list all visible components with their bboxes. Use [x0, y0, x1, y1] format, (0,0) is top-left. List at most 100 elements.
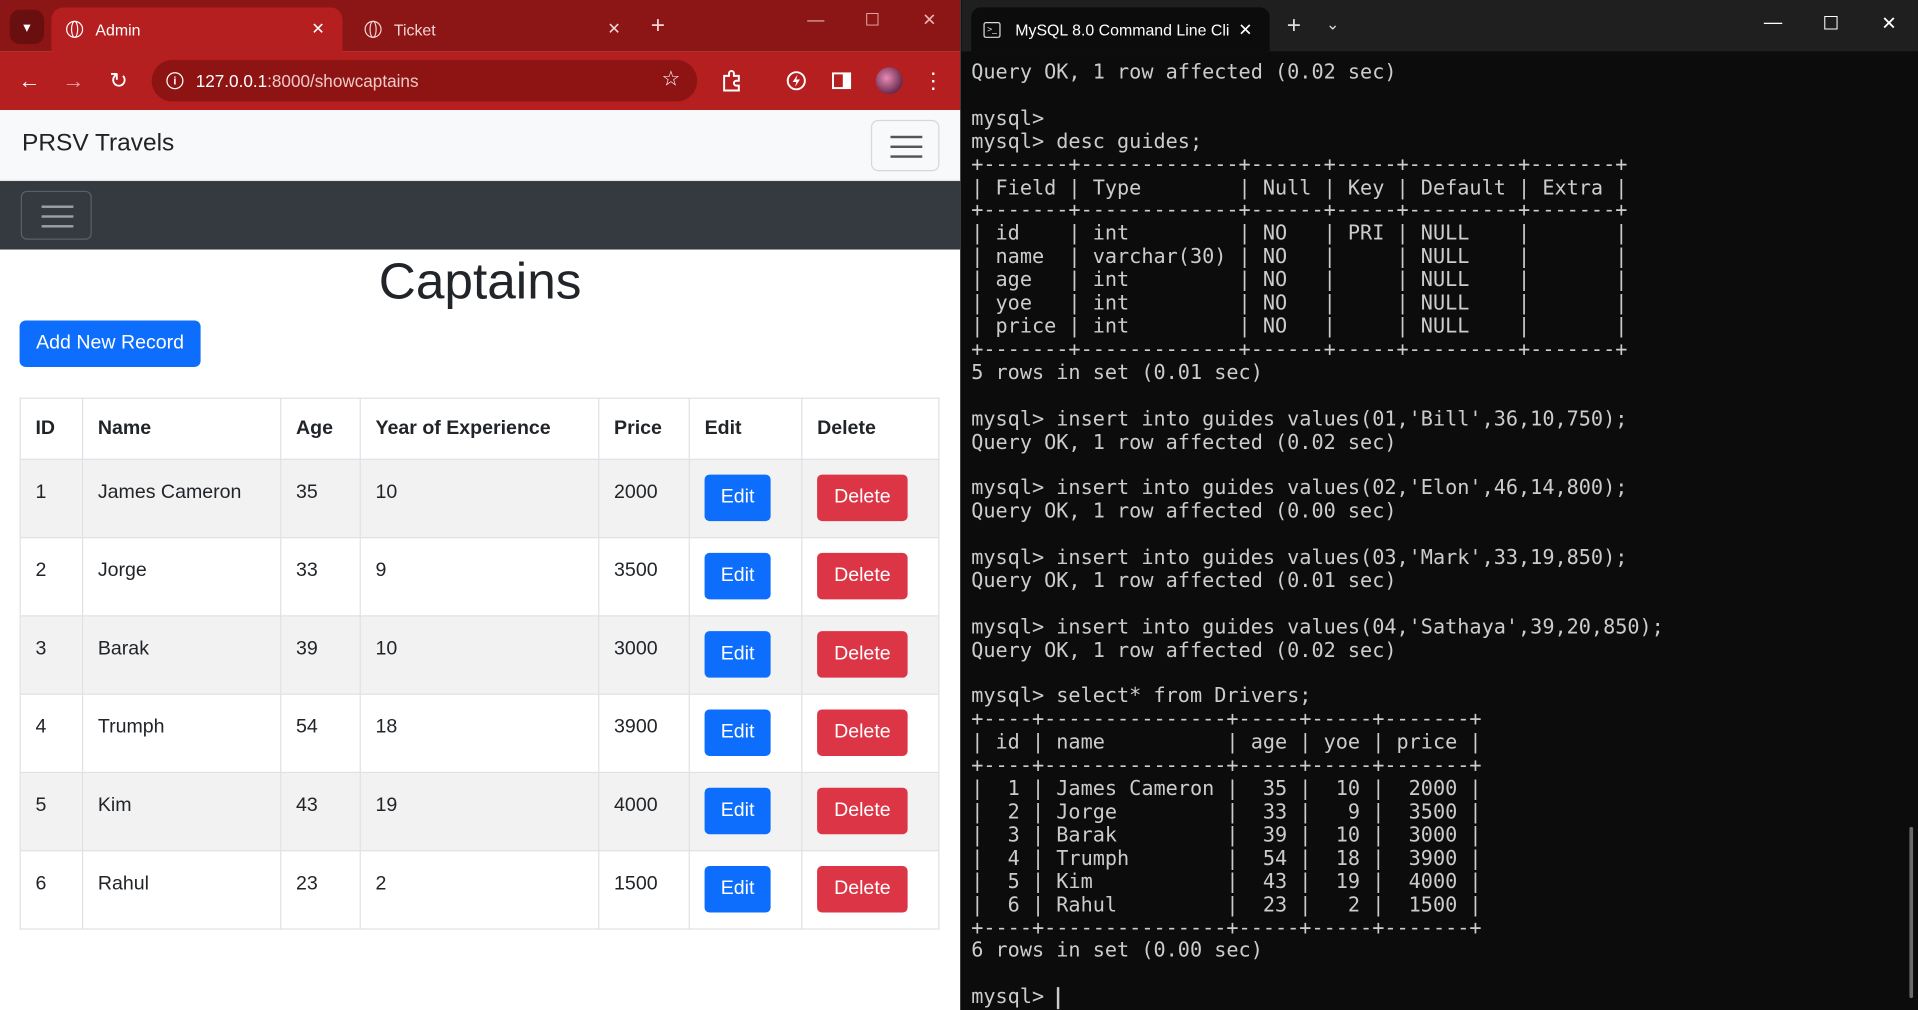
- maximize-icon[interactable]: ☐: [865, 10, 880, 31]
- site-info-icon[interactable]: i: [166, 72, 184, 90]
- table-header-row: ID Name Age Year of Experience Price Edi…: [19, 397, 940, 460]
- browser-window: ▾ Admin ✕ Ticket ✕ + — ☐ ✕ ← → ↻ i 127.0…: [0, 0, 961, 1010]
- address-bar[interactable]: i 127.0.0.1:8000/showcaptains ☆: [151, 59, 698, 102]
- delete-button[interactable]: Delete: [817, 787, 908, 835]
- terminal-line: +----+---------------+-----+-----+------…: [971, 707, 1482, 731]
- cell-age: 39: [280, 615, 361, 695]
- dark-navbar-toggler-button[interactable]: [20, 190, 92, 240]
- cell-id: 1: [19, 458, 84, 539]
- cell-age: 35: [280, 458, 361, 539]
- close-window-icon[interactable]: ✕: [922, 10, 936, 31]
- cell-age: 43: [280, 771, 361, 852]
- back-icon[interactable]: ←: [12, 64, 46, 98]
- globe-icon: [364, 20, 382, 38]
- maximize-icon[interactable]: ☐: [1823, 12, 1839, 34]
- close-icon[interactable]: ✕: [604, 20, 624, 40]
- forward-icon[interactable]: →: [56, 64, 90, 98]
- terminal-line: | 3 | Barak | 39 | 10 | 3000 |: [971, 823, 1482, 847]
- terminal-output[interactable]: Query OK, 1 row affected (0.02 sec) mysq…: [971, 59, 1664, 1009]
- bookmark-star-icon[interactable]: ☆: [661, 67, 680, 91]
- chevron-down-icon[interactable]: ⌄: [1326, 15, 1339, 35]
- performance-icon[interactable]: [780, 65, 812, 97]
- column-header: ID: [19, 397, 84, 460]
- delete-button[interactable]: Delete: [817, 631, 908, 678]
- table-row: 5 Kim 43 19 4000 Edit Delete: [19, 771, 940, 852]
- terminal-line: | Field | Type | Null | Key | Default | …: [971, 175, 1628, 199]
- captains-table: ID Name Age Year of Experience Price Edi…: [19, 397, 940, 930]
- cell-delete: Delete: [801, 693, 940, 774]
- side-panel-icon[interactable]: [826, 65, 858, 97]
- close-window-icon[interactable]: ✕: [1881, 12, 1896, 34]
- tab-title: Ticket: [393, 20, 436, 39]
- delete-button[interactable]: Delete: [817, 709, 908, 756]
- delete-button[interactable]: Delete: [817, 474, 908, 522]
- terminal-line: +-------+-------------+------+-----+----…: [971, 198, 1628, 222]
- cell-id: 2: [19, 536, 84, 617]
- cell-edit: Edit: [688, 850, 803, 930]
- cell-age: 23: [280, 850, 361, 930]
- site-navbar: PRSV Travels: [0, 110, 961, 182]
- close-icon[interactable]: ✕: [1238, 19, 1252, 40]
- delete-button[interactable]: Delete: [817, 866, 908, 913]
- page-title: Captains: [378, 251, 582, 310]
- edit-button[interactable]: Edit: [704, 866, 771, 913]
- cell-delete: Delete: [801, 615, 940, 695]
- terminal-tab[interactable]: >_ MySQL 8.0 Command Line Cli ✕: [971, 7, 1270, 52]
- scrollbar-thumb[interactable]: [1909, 826, 1914, 999]
- terminal-line: | 4 | Trumph | 54 | 18 | 3900 |: [971, 846, 1482, 870]
- new-tab-button[interactable]: +: [1287, 12, 1301, 40]
- cell-yoe: 2: [359, 850, 600, 930]
- cell-price: 4000: [598, 771, 690, 852]
- cell-edit: Edit: [688, 615, 803, 695]
- cell-price: 2000: [598, 458, 690, 539]
- cell-delete: Delete: [801, 536, 940, 617]
- terminal-window: >_ MySQL 8.0 Command Line Cli ✕ + ⌄ — ☐ …: [961, 0, 1918, 1010]
- globe-icon: [66, 20, 84, 38]
- more-menu-icon[interactable]: ⋮: [917, 65, 949, 97]
- delete-button[interactable]: Delete: [817, 552, 908, 600]
- cell-id: 3: [19, 615, 84, 695]
- cell-delete: Delete: [801, 850, 940, 930]
- terminal-line: | name | varchar(30) | NO | | NULL | |: [971, 244, 1628, 269]
- terminal-icon: >_: [983, 21, 1001, 38]
- terminal-line: +-------+-------------+------+-----+----…: [971, 152, 1628, 176]
- new-tab-button[interactable]: +: [651, 12, 665, 40]
- tab-ticket[interactable]: Ticket ✕: [350, 7, 639, 51]
- cell-yoe: 19: [359, 771, 600, 852]
- terminal-line: Query OK, 1 row affected (0.02 sec): [971, 59, 1397, 84]
- edit-button[interactable]: Edit: [704, 474, 771, 522]
- reload-icon[interactable]: ↻: [102, 64, 136, 98]
- column-header: Edit: [688, 397, 803, 460]
- edit-button[interactable]: Edit: [704, 631, 771, 678]
- minimize-icon[interactable]: —: [1764, 12, 1782, 33]
- edit-button[interactable]: Edit: [704, 787, 771, 835]
- cell-delete: Delete: [801, 771, 940, 852]
- terminal-line: mysql> insert into guides values(04,'Sat…: [971, 614, 1664, 639]
- tab-title: Admin: [95, 20, 141, 39]
- site-brand[interactable]: PRSV Travels: [22, 130, 174, 158]
- terminal-line: | age | int | NO | | NULL | |: [971, 268, 1628, 292]
- column-header: Price: [598, 397, 690, 460]
- navbar-toggler-button[interactable]: [870, 119, 940, 172]
- column-header: Year of Experience: [359, 397, 600, 460]
- extensions-icon[interactable]: [716, 65, 748, 97]
- edit-button[interactable]: Edit: [704, 709, 771, 756]
- cell-yoe: 10: [359, 615, 600, 695]
- cell-edit: Edit: [688, 458, 803, 539]
- terminal-line: mysql> desc guides;: [971, 129, 1203, 153]
- edit-button[interactable]: Edit: [704, 552, 771, 600]
- profile-avatar[interactable]: [875, 67, 903, 95]
- cell-id: 6: [19, 850, 84, 930]
- terminal-line: 5 rows in set (0.01 sec): [971, 360, 1263, 384]
- text-cursor: [1056, 986, 1059, 1009]
- minimize-icon[interactable]: —: [807, 10, 824, 30]
- add-new-record-button[interactable]: Add New Record: [19, 320, 201, 367]
- tab-search-button[interactable]: ▾: [9, 9, 45, 45]
- close-icon[interactable]: ✕: [308, 20, 328, 40]
- tab-admin[interactable]: Admin ✕: [51, 7, 343, 52]
- url-host: 127.0.0.1: [195, 70, 268, 91]
